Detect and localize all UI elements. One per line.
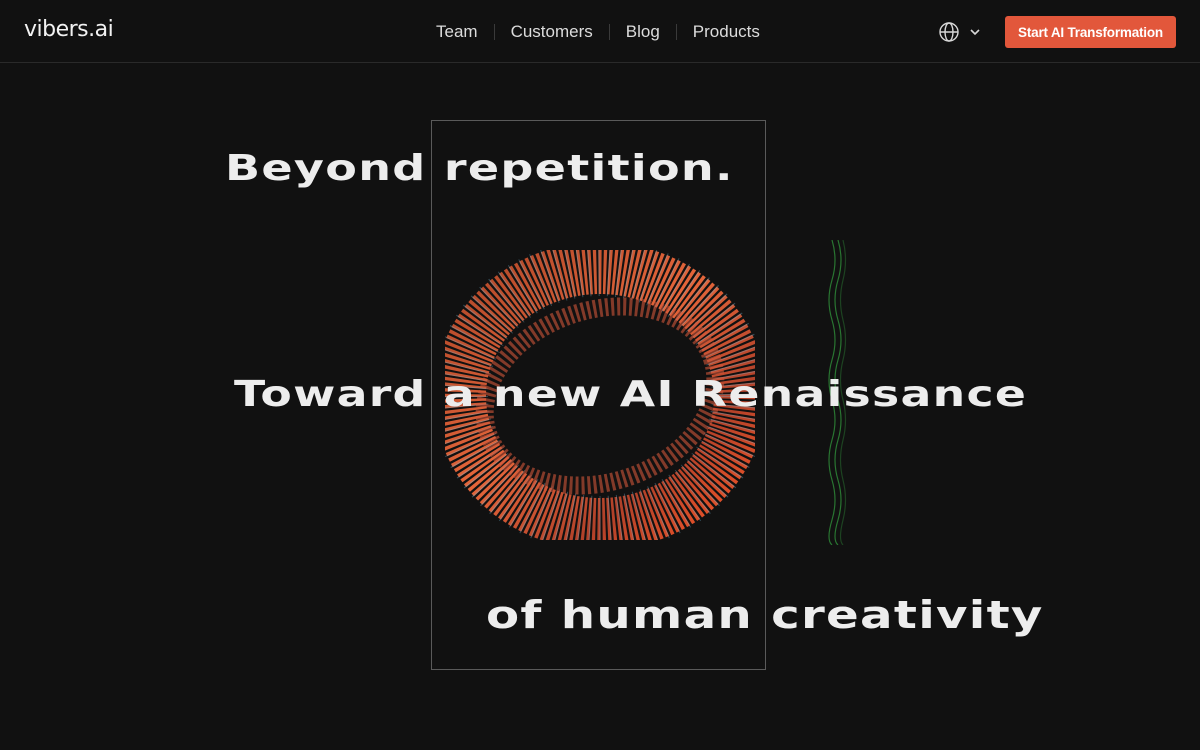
nav-link-products[interactable]: Products	[677, 22, 776, 42]
nav-link-blog[interactable]: Blog	[610, 22, 676, 42]
top-nav: vibers.ai Team Customers Blog Products S…	[0, 0, 1200, 63]
language-selector[interactable]	[938, 21, 982, 48]
hero-line-1: Beyond repetition.	[225, 148, 734, 189]
nav-link-customers[interactable]: Customers	[495, 22, 609, 42]
main-nav: Team Customers Blog Products	[420, 22, 776, 42]
logo[interactable]: vibers.ai	[24, 17, 114, 42]
globe-icon	[938, 21, 960, 48]
chevron-down-icon	[968, 25, 982, 44]
hero-line-3: of human creativity	[486, 593, 1044, 637]
start-ai-transformation-button[interactable]: Start AI Transformation	[1005, 16, 1176, 48]
nav-link-team[interactable]: Team	[420, 22, 494, 42]
hero-line-2: Toward a new AI Renaissance	[234, 374, 1028, 415]
